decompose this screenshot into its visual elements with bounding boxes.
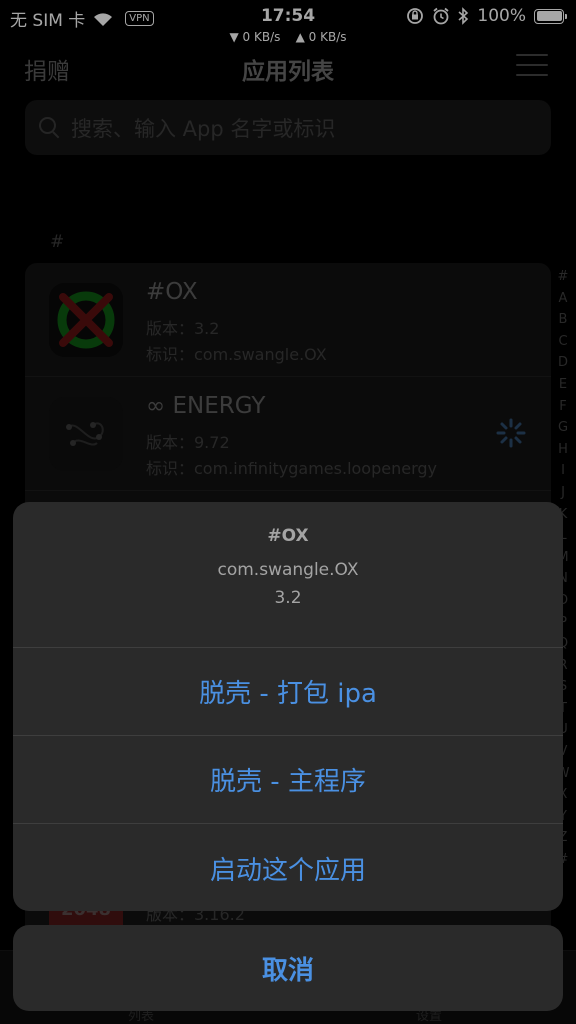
cancel-button[interactable]: 取消 [13, 925, 563, 1011]
action-sheet-bundle: com.swangle.OX [217, 560, 359, 580]
action-sheet-version: 3.2 [274, 588, 302, 608]
action-sheet-title: #OX [267, 526, 309, 546]
decrypt-main-binary-button[interactable]: 脱壳 - 主程序 [13, 736, 563, 824]
decrypt-package-ipa-button[interactable]: 脱壳 - 打包 ipa [13, 648, 563, 736]
launch-app-button[interactable]: 启动这个应用 [13, 824, 563, 911]
action-sheet: #OX com.swangle.OX 3.2 脱壳 - 打包 ipa 脱壳 - … [13, 502, 563, 911]
action-sheet-header: #OX com.swangle.OX 3.2 [13, 502, 563, 648]
